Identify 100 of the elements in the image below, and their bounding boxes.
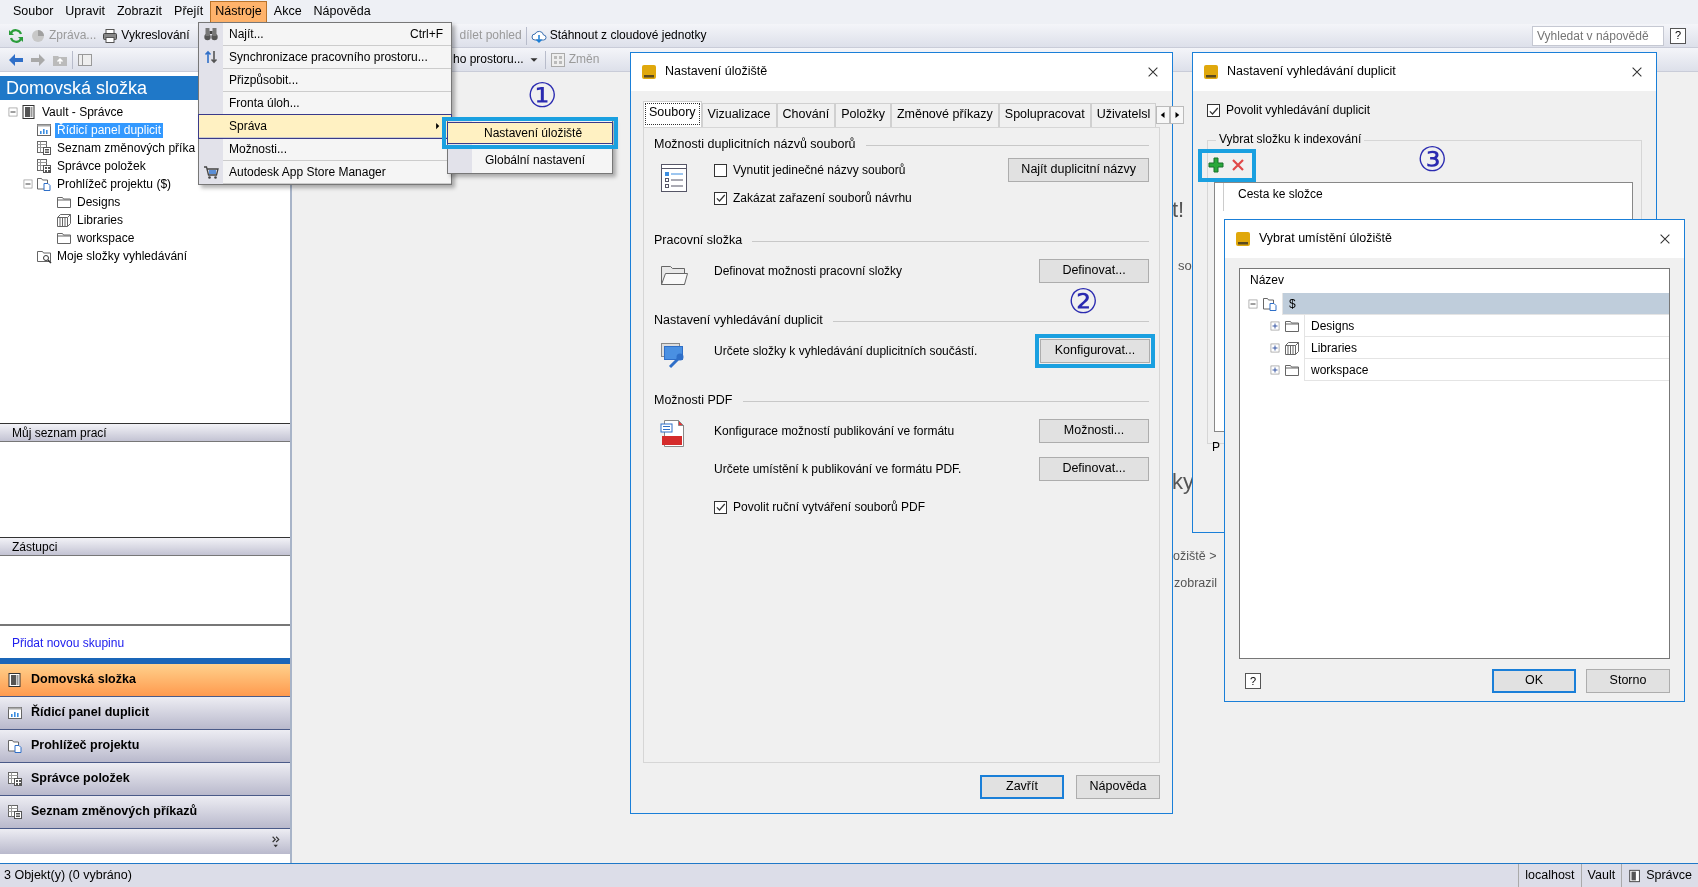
close-icon	[1630, 65, 1644, 79]
table-list-icon	[7, 804, 23, 820]
menu-item-label: Synchronizace pracovního prostoru...	[229, 49, 428, 65]
checkbox[interactable]	[714, 163, 727, 177]
toolbar-button[interactable]: Stáhnout z cloudové jednotky	[528, 26, 709, 45]
app-logo-icon	[1235, 231, 1251, 247]
folder-document-icon	[1262, 296, 1278, 312]
tab[interactable]: Položky	[835, 103, 891, 127]
tree-item[interactable]: workspace	[1304, 359, 1669, 381]
expand-icon	[1270, 321, 1280, 331]
library-icon	[1284, 340, 1300, 356]
tab[interactable]: Vizualizace	[701, 103, 777, 127]
group-title: Pracovní složka	[654, 233, 743, 249]
tree-item[interactable]: Seznam změnových příka	[55, 140, 198, 156]
tab[interactable]: Soubory	[643, 101, 702, 127]
dialog-button[interactable]: Definovat...	[1039, 457, 1149, 481]
tree-item[interactable]: Designs	[1304, 315, 1669, 337]
expand-button[interactable]	[1270, 343, 1280, 353]
pie-icon	[30, 27, 46, 44]
close-icon	[1146, 65, 1160, 79]
table-grid-icon	[36, 158, 52, 174]
scroll-right-button[interactable]	[1170, 106, 1185, 124]
folder-icon	[1284, 362, 1300, 378]
nav-button[interactable]: Správce položek	[0, 763, 290, 796]
group-title: Vybrat složku k indexování	[1216, 132, 1365, 147]
step-number: ②	[1068, 284, 1098, 318]
tab[interactable]: Změnové příkazy	[890, 103, 999, 127]
collapse-button[interactable]	[1248, 299, 1258, 309]
menu-item[interactable]: Přejít	[169, 1, 209, 23]
folder-icon	[56, 230, 72, 246]
checkbox[interactable]	[1207, 104, 1220, 117]
group-title: Možnosti PDF	[654, 393, 733, 409]
tree-item[interactable]: Správce položek	[55, 158, 148, 174]
add-group-link[interactable]: Přidat novou skupinu	[12, 636, 125, 650]
sync-arrows-icon	[203, 49, 219, 65]
dialog-button[interactable]: OK	[1492, 669, 1576, 693]
checkbox[interactable]	[714, 500, 727, 514]
menu-item[interactable]: Akce	[268, 1, 307, 23]
tree-item[interactable]: Designs	[75, 194, 123, 210]
dialog-title: Nastavení vyhledávání duplicit	[1227, 64, 1396, 80]
description-text: Konfigurace možností publikování ve formátu	[714, 423, 955, 439]
menu-item[interactable]: Nastavení úložiště	[447, 122, 613, 144]
dialog-button[interactable]: Konfigurovat...	[1040, 339, 1150, 363]
menu-item[interactable]: Zobrazit	[111, 1, 168, 23]
tab[interactable]: Spolupracovat	[998, 103, 1091, 127]
tab[interactable]: Uživatelsl	[1090, 103, 1157, 127]
tree-item[interactable]: Libraries	[75, 212, 126, 228]
checkmark-icon	[714, 192, 727, 204]
column-header: Název	[1250, 273, 1284, 289]
scroll-left-button[interactable]	[1156, 106, 1171, 124]
menu-item[interactable]: Synchronizace pracovního prostoru...	[223, 46, 451, 69]
section-header: Můj seznam prací	[0, 424, 290, 442]
status-item: localhost	[1525, 867, 1575, 884]
toolbar-button[interactable]: Vykreslování	[100, 26, 192, 45]
tree-item[interactable]: $	[1282, 293, 1669, 315]
menu-item[interactable]: Správa	[199, 115, 451, 138]
group-title: Možnosti duplicitních názvů souborů	[654, 137, 856, 153]
collapse-button[interactable]	[23, 179, 33, 189]
tab[interactable]: Chování	[776, 103, 836, 127]
help-button[interactable]: ?	[1670, 27, 1686, 44]
dropdown[interactable]: ho prostoru...	[451, 51, 543, 68]
tree-item[interactable]: Prohlížeč projektu ($)	[55, 176, 174, 192]
menu-item[interactable]: Najít... Ctrl+F	[223, 23, 451, 46]
chart-window-icon	[36, 122, 52, 138]
expand-button[interactable]	[1270, 365, 1280, 375]
nav-button[interactable]: Prohlížeč projektu	[0, 730, 290, 763]
add-button[interactable]	[1208, 157, 1224, 173]
expand-button[interactable]	[1270, 321, 1280, 331]
menu-item[interactable]: Nápověda	[308, 1, 376, 23]
dialog-button[interactable]: Storno	[1586, 669, 1670, 693]
refresh-button[interactable]	[6, 26, 26, 45]
delete-button[interactable]	[1230, 157, 1246, 173]
dialog-button[interactable]: Definovat...	[1039, 259, 1149, 283]
menu-item[interactable]: Soubor	[8, 1, 59, 23]
menu-item[interactable]: Globální nastavení	[448, 149, 612, 171]
folder-icon	[1284, 318, 1300, 334]
tree-item[interactable]: Moje složky vyhledávání	[55, 248, 190, 264]
refresh-icon	[8, 27, 24, 44]
collapse-icon	[8, 107, 18, 117]
dialog-button[interactable]: Možnosti...	[1039, 419, 1149, 443]
dialog-button[interactable]: Zavřít	[980, 775, 1064, 799]
menu-item-label: Možnosti...	[229, 141, 288, 157]
tree-item[interactable]: Vault - Správce	[40, 104, 126, 120]
menu-item[interactable]: Přizpůsobit...	[223, 69, 451, 92]
vault-icon	[7, 672, 23, 688]
collapse-button[interactable]	[8, 107, 18, 117]
status-item: Vault	[1587, 867, 1616, 884]
tree-item[interactable]: workspace	[75, 230, 137, 246]
nav-button[interactable]: Seznam změnových příkazů	[0, 796, 290, 829]
expand-icon	[1270, 365, 1280, 375]
help-button[interactable]: ?	[1245, 673, 1261, 689]
dialog-button[interactable]: Najít duplicitní názvy	[1008, 158, 1149, 182]
nav-button[interactable]: Domovská složka	[0, 664, 290, 697]
tree-item[interactable]: Libraries	[1304, 337, 1669, 359]
dialog-button[interactable]: Nápověda	[1076, 775, 1160, 799]
menu-item[interactable]: Upravit	[60, 1, 110, 23]
nav-button[interactable]: Řídicí panel duplicit	[0, 697, 290, 730]
search-field[interactable]: Vyhledat v nápovědě	[1532, 25, 1664, 46]
menu-item[interactable]: Nástroje	[210, 1, 267, 23]
checkbox[interactable]	[714, 191, 727, 205]
